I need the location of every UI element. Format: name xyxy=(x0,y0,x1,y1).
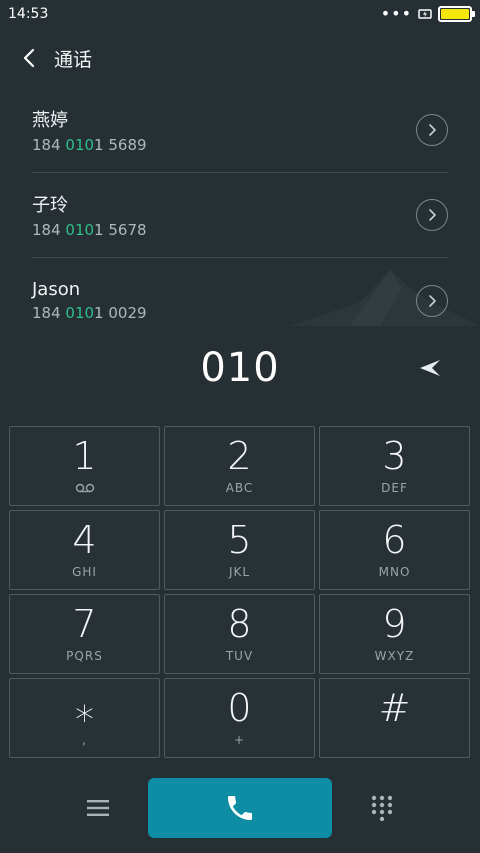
key-5[interactable]: 5 JKL xyxy=(164,510,315,590)
star-icon: ⁎ xyxy=(75,686,94,730)
contact-name: 子玲 xyxy=(32,195,68,216)
bottom-bar xyxy=(0,778,480,838)
key-letters: JKL xyxy=(228,565,251,579)
key-digit: 2 xyxy=(227,434,252,478)
key-letters: WXYZ xyxy=(374,649,415,663)
status-bar: 14:53 ••• xyxy=(0,0,480,28)
key-2[interactable]: 2 ABC xyxy=(164,426,315,506)
page-title: 通话 xyxy=(54,48,93,71)
key-letters: TUV xyxy=(225,649,254,663)
key-9[interactable]: 9 WXYZ xyxy=(319,594,470,674)
key-hash[interactable]: # xyxy=(319,678,470,758)
back-arrow-icon xyxy=(23,48,35,68)
number-prefix: 184 xyxy=(32,136,66,154)
key-4[interactable]: 4 GHI xyxy=(9,510,160,590)
keypad-toggle-button[interactable] xyxy=(366,792,398,824)
contact-number: 184 0101 5689 xyxy=(32,136,448,154)
dial-keypad: 1 2 ABC 3 DEF 4 GHI 5 JKL 6 MNO 7 PQRS 8… xyxy=(9,426,471,760)
notification-dots: ••• xyxy=(380,4,412,23)
contact-detail-button[interactable] xyxy=(416,114,448,146)
key-letters: GHI xyxy=(72,565,97,579)
number-suffix: 1 0029 xyxy=(94,304,147,322)
contact-row[interactable]: Jason 184 0101 0029 xyxy=(32,258,448,343)
contact-number: 184 0101 5678 xyxy=(32,221,448,239)
key-digit: 3 xyxy=(382,434,407,478)
backspace-button[interactable] xyxy=(412,350,448,386)
key-letters: PQRS xyxy=(66,649,103,663)
contact-name: Jason xyxy=(32,279,81,300)
key-digit: 6 xyxy=(382,518,407,562)
key-digit: 8 xyxy=(227,602,252,646)
voicemail-icon xyxy=(75,481,95,495)
contact-detail-button[interactable] xyxy=(416,199,448,231)
key-digit: 5 xyxy=(227,518,252,562)
key-digit: 4 xyxy=(72,518,97,562)
key-letters: DEF xyxy=(381,481,408,495)
key-7[interactable]: 7 PQRS xyxy=(9,594,160,674)
battery-level xyxy=(441,9,469,19)
key-0[interactable]: 0 + xyxy=(164,678,315,758)
hash-icon: # xyxy=(378,686,411,730)
phone-icon xyxy=(228,796,252,820)
number-prefix: 184 xyxy=(32,304,66,322)
key-1[interactable]: 1 xyxy=(9,426,160,506)
chevron-right-icon xyxy=(429,294,436,307)
contact-name: 燕婷 xyxy=(32,110,68,131)
dialed-number: 010 xyxy=(200,345,280,391)
number-suffix: 1 5689 xyxy=(94,136,147,154)
menu-button[interactable] xyxy=(82,792,114,824)
status-time: 14:53 xyxy=(8,6,49,22)
key-digit: 7 xyxy=(72,602,97,646)
contact-number: 184 0101 0029 xyxy=(32,304,448,322)
key-star[interactable]: ⁎ , xyxy=(9,678,160,758)
dial-display: 010 xyxy=(0,338,480,398)
key-letters: , xyxy=(82,733,87,747)
key-3[interactable]: 3 DEF xyxy=(319,426,470,506)
number-match: 010 xyxy=(65,304,95,322)
key-letters: MNO xyxy=(378,565,411,579)
chevron-right-icon xyxy=(429,209,436,221)
menu-icon xyxy=(87,800,109,816)
chevron-right-icon xyxy=(429,124,436,136)
number-match: 010 xyxy=(65,136,95,154)
backspace-icon xyxy=(420,360,440,376)
contact-suggestions: 燕婷 184 0101 5689 子玲 184 0101 5678 Jason … xyxy=(0,88,480,343)
status-icons: ••• xyxy=(380,4,475,23)
key-6[interactable]: 6 MNO xyxy=(319,510,470,590)
key-letters: + xyxy=(233,733,246,747)
contact-detail-button[interactable] xyxy=(416,284,448,317)
key-letters: ABC xyxy=(225,481,254,495)
number-suffix: 1 5678 xyxy=(94,221,147,239)
contact-row[interactable]: 燕婷 184 0101 5689 xyxy=(32,88,448,173)
number-prefix: 184 xyxy=(32,221,66,239)
key-digit: 9 xyxy=(382,602,407,646)
back-button[interactable] xyxy=(16,45,42,71)
dialpad-icon xyxy=(371,795,393,821)
contact-row[interactable]: 子玲 184 0101 5678 xyxy=(32,173,448,258)
header: 通话 xyxy=(0,38,480,78)
number-match: 010 xyxy=(65,221,95,239)
call-button[interactable] xyxy=(148,778,332,838)
key-digit: 1 xyxy=(72,434,97,478)
charging-icon xyxy=(418,9,432,19)
key-digit: 0 xyxy=(227,686,252,730)
key-8[interactable]: 8 TUV xyxy=(164,594,315,674)
battery-icon xyxy=(438,6,475,22)
